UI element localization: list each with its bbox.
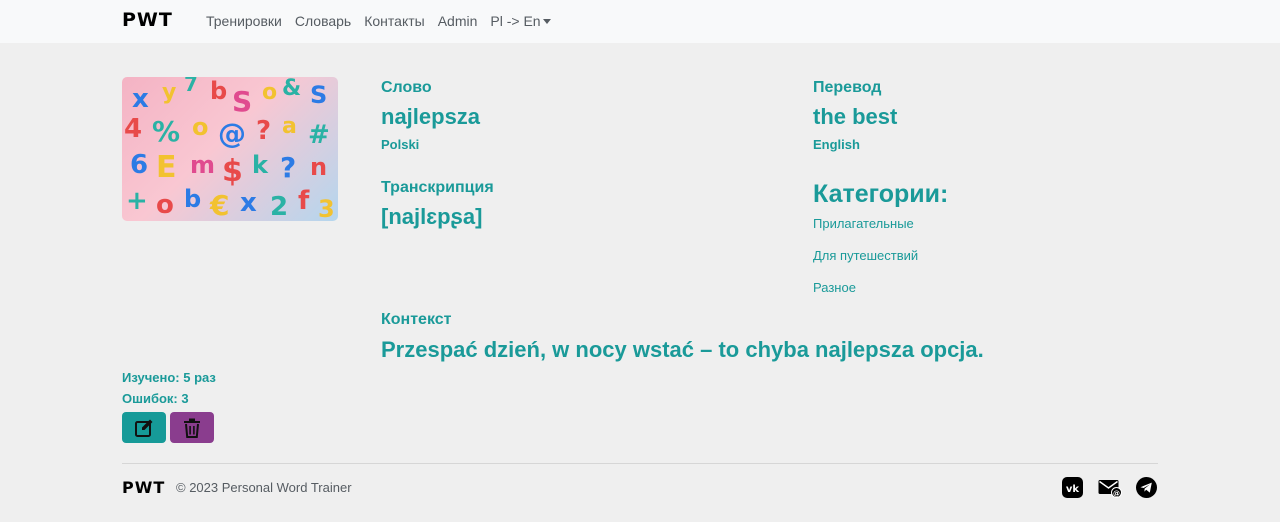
svg-text:%: % <box>152 115 180 148</box>
vk-icon: vk <box>1062 477 1083 498</box>
svg-text:6: 6 <box>130 150 148 180</box>
nav-link-admin[interactable]: Admin <box>438 13 478 29</box>
word-label: Слово <box>381 79 432 96</box>
transcription-label: Транскрипция <box>381 179 494 196</box>
svg-text:b: b <box>210 77 227 105</box>
nav-link-contacts[interactable]: Контакты <box>364 13 424 29</box>
svg-text:f: f <box>298 186 310 216</box>
svg-text:b: b <box>184 185 201 213</box>
vk-link[interactable]: vk <box>1062 477 1083 498</box>
context-sentence: Przespać dzień, w nocy wstać – to chyba … <box>381 337 984 362</box>
svg-text:7: 7 <box>184 77 198 96</box>
category-item[interactable]: Для путешествий <box>813 248 918 263</box>
svg-text:k: k <box>252 151 269 179</box>
svg-text:#: # <box>308 120 330 150</box>
learned-count: Изучено: 5 раз <box>122 370 216 385</box>
svg-text:3: 3 <box>318 195 335 221</box>
letters-illustration: x y 7 b S o & S 4 % o @ ? a # 6 E m $ k … <box>124 77 335 221</box>
context-label: Контекст <box>381 311 452 328</box>
nav-link-dictionary[interactable]: Словарь <box>295 13 351 29</box>
footer-brand-logo[interactable]: PWT <box>122 479 165 497</box>
svg-text:n: n <box>310 153 327 181</box>
nav-link-trainings[interactable]: Тренировки <box>206 13 282 29</box>
svg-text:o: o <box>262 80 277 105</box>
language-dropdown[interactable]: Pl -> En <box>490 13 551 29</box>
svg-text:o: o <box>192 113 209 141</box>
translation-language: English <box>813 137 860 152</box>
edit-button[interactable] <box>122 412 166 443</box>
svg-text:&: & <box>282 77 301 101</box>
categories-heading: Категории: <box>813 180 949 208</box>
svg-text:S: S <box>310 81 327 109</box>
trash-icon <box>184 418 200 438</box>
brand-logo[interactable]: PWT <box>122 10 173 30</box>
telegram-icon <box>1136 477 1157 498</box>
word-image: x y 7 b S o & S 4 % o @ ? a # 6 E m $ k … <box>122 77 338 221</box>
svg-text:E: E <box>156 150 177 185</box>
errors-count: Ошибок: 3 <box>122 391 189 406</box>
mail-link[interactable]: @ <box>1098 477 1122 498</box>
delete-button[interactable] <box>170 412 214 443</box>
svg-text:x: x <box>132 84 149 114</box>
svg-text:y: y <box>162 80 176 105</box>
svg-text:m: m <box>190 151 215 179</box>
svg-text:x: x <box>240 188 257 218</box>
category-item[interactable]: Разное <box>813 280 856 295</box>
navbar: PWT Тренировки Словарь Контакты Admin Pl… <box>0 0 1280 43</box>
svg-text:+: + <box>126 186 148 216</box>
svg-text:@: @ <box>218 117 246 150</box>
svg-text:$: $ <box>222 154 243 189</box>
telegram-link[interactable] <box>1136 477 1157 498</box>
word-language: Polski <box>381 137 420 152</box>
word-value: najlepsza <box>381 104 481 129</box>
nav-links: Тренировки Словарь Контакты Admin Pl -> … <box>206 13 564 29</box>
svg-text:?: ? <box>256 116 271 146</box>
mail-icon: @ <box>1098 479 1122 498</box>
translation-label: Перевод <box>813 79 882 96</box>
edit-icon <box>135 419 153 437</box>
svg-text:vk: vk <box>1066 484 1080 495</box>
svg-text:@: @ <box>1113 489 1120 497</box>
copyright-text: © 2023 Personal Word Trainer <box>176 480 352 495</box>
svg-text:a: a <box>282 114 297 139</box>
svg-text:o: o <box>156 190 174 220</box>
footer-divider <box>122 463 1158 464</box>
svg-text:S: S <box>232 85 252 118</box>
svg-text:?: ? <box>280 151 296 184</box>
translation-value: the best <box>813 104 898 129</box>
svg-text:€: € <box>209 189 229 221</box>
svg-text:2: 2 <box>270 192 288 221</box>
category-item[interactable]: Прилагательные <box>813 216 914 231</box>
chevron-down-icon <box>542 19 551 24</box>
svg-text:4: 4 <box>124 114 142 144</box>
transcription-value: [najlɛpʂa] <box>381 204 483 229</box>
language-dropdown-label: Pl -> En <box>490 13 541 29</box>
